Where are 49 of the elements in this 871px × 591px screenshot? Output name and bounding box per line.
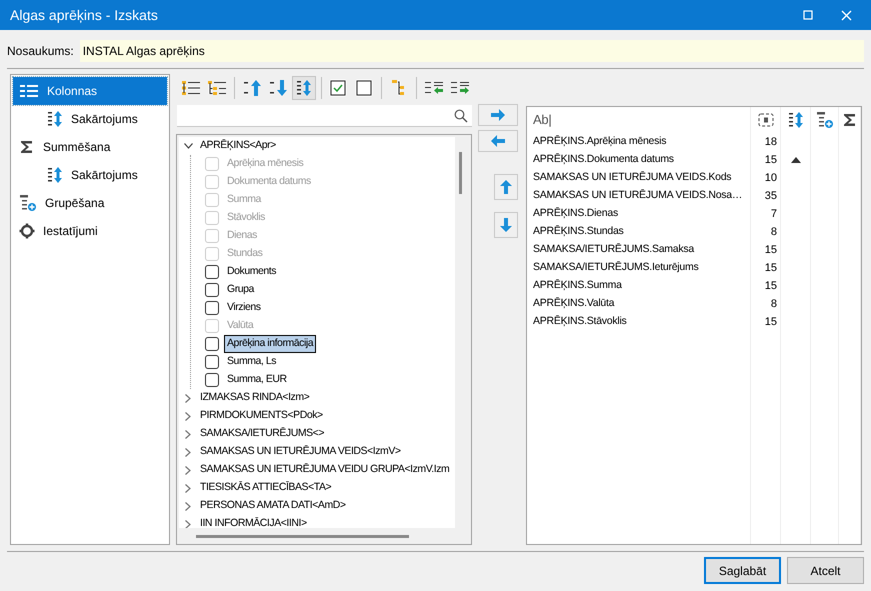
tree-item[interactable]: Summa, EUR xyxy=(224,371,290,389)
sidebar-item[interactable]: Summēšana xyxy=(13,133,167,161)
column-width: 7 xyxy=(751,205,781,223)
column-header[interactable]: Ab| xyxy=(527,107,751,133)
sidebar-item[interactable]: Sakārtojums xyxy=(13,161,167,189)
tree-item[interactable]: Aprēķina informācija xyxy=(224,335,316,353)
tree-node[interactable]: SAMAKSA/IETURĒJUMS<> xyxy=(197,425,328,443)
column-width: 15 xyxy=(751,151,781,169)
column-width: 15 xyxy=(751,313,781,331)
name-field[interactable]: INSTAL Algas aprēķins xyxy=(80,40,864,62)
column-width: 8 xyxy=(751,295,781,313)
tree-node[interactable]: SAMAKSAS UN IETURĒJUMA VEIDS<IzmV> xyxy=(197,443,404,461)
column-name[interactable]: SAMAKSAS UN IETURĒJUMA VEIDS.Kods xyxy=(527,169,751,187)
sidebar-item[interactable]: Kolonnas xyxy=(13,77,167,105)
window-title: Algas aprēķins - Izskats xyxy=(10,6,158,25)
column-width: 15 xyxy=(751,241,781,259)
column-width: 10 xyxy=(751,169,781,187)
tree-node[interactable]: PERSONAS AMATA DATI<AmD> xyxy=(197,497,349,515)
sidebar-item[interactable]: Grupēšana xyxy=(13,189,167,217)
tree-item[interactable]: Grupa xyxy=(224,281,257,299)
column-width: 15 xyxy=(751,259,781,277)
column-name[interactable]: SAMAKSA/IETURĒJUMS.Samaksa xyxy=(527,241,751,259)
column-width: 18 xyxy=(751,133,781,151)
dialog-button[interactable]: Atcelt xyxy=(787,557,864,584)
tree-node[interactable]: APRĒĶINS<Apr> xyxy=(197,137,279,155)
sidebar-item[interactable]: Sakārtojums xyxy=(13,105,167,133)
column-name[interactable]: SAMAKSAS UN IETURĒJUMA VEIDS.Nosa… xyxy=(527,187,751,205)
column-width: 8 xyxy=(751,223,781,241)
tree-node[interactable]: TIESISKĀS ATTIECĪBAS<TA> xyxy=(197,479,334,497)
tree-item[interactable]: Dokuments xyxy=(224,263,280,281)
tree-item[interactable]: Virziens xyxy=(224,299,264,317)
tree-item[interactable]: Summa, Ls xyxy=(224,353,280,371)
dialog-button[interactable]: Saglabāt xyxy=(704,557,781,584)
column-name[interactable]: APRĒĶINS.Valūta xyxy=(527,295,751,313)
tree-node[interactable]: IZMAKSAS RINDA<Izm> xyxy=(197,389,312,407)
sidebar-item[interactable]: Iestatījumi xyxy=(13,217,167,245)
tree-node[interactable]: IIN INFORMĀCIJA<IINI> xyxy=(197,515,310,528)
column-name[interactable]: SAMAKSA/IETURĒJUMS.Ieturējums xyxy=(527,259,751,277)
column-width: 35 xyxy=(751,187,781,205)
column-width: 15 xyxy=(751,277,781,295)
column-name[interactable]: APRĒĶINS.Aprēķina mēnesis xyxy=(527,133,751,151)
tree-node[interactable]: SAMAKSAS UN IETURĒJUMA VEIDU GRUPA<IzmV.Izm xyxy=(197,461,452,479)
column-name[interactable]: APRĒĶINS.Dokumenta datums xyxy=(527,151,751,169)
name-label: Nosaukums: xyxy=(7,43,74,60)
column-name[interactable]: APRĒĶINS.Stundas xyxy=(527,223,751,241)
column-name[interactable]: APRĒĶINS.Stāvoklis xyxy=(527,313,751,331)
column-name[interactable]: APRĒĶINS.Summa xyxy=(527,277,751,295)
tree-node[interactable]: PIRMDOKUMENTS<PDok> xyxy=(197,407,326,425)
column-name[interactable]: APRĒĶINS.Dienas xyxy=(527,205,751,223)
